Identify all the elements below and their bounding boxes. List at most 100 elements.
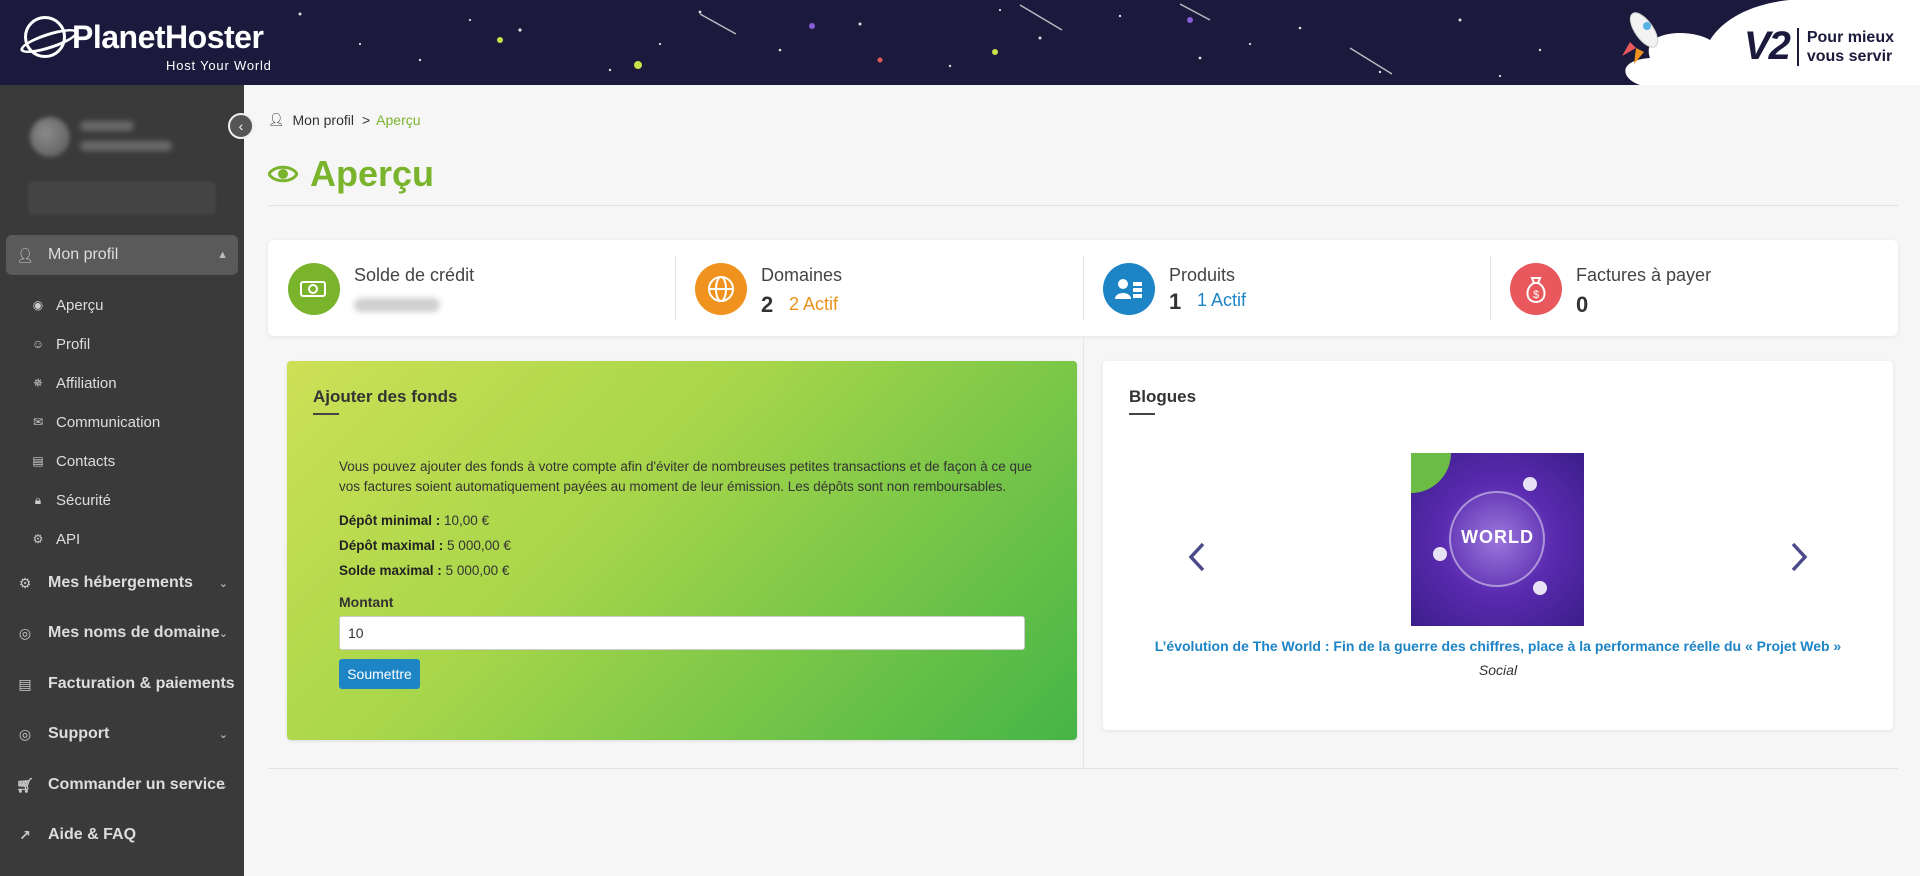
stat-produits[interactable]: Produits 1 1 Actif <box>1083 240 1490 336</box>
products-icon <box>1103 263 1155 315</box>
sidebar-item-support[interactable]: ◎ Support ⌄ <box>6 714 238 754</box>
card-title: Blogues <box>1129 387 1197 406</box>
client-number-redacted <box>28 181 216 215</box>
lock-icon: 🔒︎ <box>34 492 42 507</box>
max-balance: Solde maximal : 5 000,00 € <box>339 563 509 578</box>
sidebar-subitem-affiliation[interactable]: ✵ Affiliation <box>30 371 117 395</box>
sidebar-item-mes-hebergements[interactable]: ⚙ Mes hébergements ⌄ <box>6 563 238 603</box>
column-divider <box>1083 336 1084 768</box>
top-header: PlanetHoster Host Your World V2 Pour mie… <box>0 0 1920 85</box>
chevron-down-icon: ⌄ <box>218 779 228 792</box>
min-deposit: Dépôt minimal : 10,00 € <box>339 513 489 528</box>
contacts-icon: ▤ <box>32 454 44 468</box>
carousel-next-button[interactable] <box>1789 541 1809 582</box>
orbit-dot <box>1433 547 1447 561</box>
sidebar-subitem-communication[interactable]: ✉ Communication <box>30 410 160 434</box>
title-divider <box>268 205 1898 206</box>
card-title-underline <box>1129 413 1155 415</box>
chevron-right-icon <box>1791 542 1808 572</box>
sidebar-item-mon-profil[interactable]: 👤︎ Mon profil ▲ <box>6 235 238 275</box>
sidebar-item-facturation[interactable]: ▤ Facturation & paiements ⌄ <box>6 664 238 704</box>
stat-active-count[interactable]: 2 Actif <box>789 294 838 315</box>
v2-divider <box>1796 27 1799 66</box>
stat-active-count[interactable]: 1 Actif <box>1197 290 1246 311</box>
planethoster-logo[interactable]: PlanetHoster <box>24 16 264 58</box>
chevron-down-icon: ⌄ <box>218 577 228 590</box>
breadcrumb-separator: > <box>361 112 371 128</box>
chevron-down-icon: ⌄ <box>218 627 228 640</box>
planet-logo-icon <box>24 16 66 58</box>
max-deposit-label: Dépôt maximal : <box>339 538 444 553</box>
stats-panel: Solde de crédit Domaines 2 2 Actif Produ… <box>268 240 1898 336</box>
min-deposit-label: Dépôt minimal : <box>339 513 441 528</box>
sidebar-subitem-label: API <box>56 530 81 548</box>
blog-post-image[interactable]: WORLD <box>1411 453 1584 626</box>
sidebar-subitem-label: Profil <box>56 335 91 353</box>
breadcrumb-root[interactable]: Mon profil <box>293 112 354 128</box>
breadcrumb: 👤︎ Mon profil > Aperçu <box>268 112 421 128</box>
eye-icon: ◉ <box>32 298 44 312</box>
user-icon: 👤︎ <box>268 112 285 127</box>
v2-slogan-line-2: vous servir <box>1806 47 1893 65</box>
sidebar-item-mes-noms-de-domaine[interactable]: ◎ Mes noms de domaine ⌄ <box>6 613 238 653</box>
card-title-underline <box>313 413 339 415</box>
sidebar-item-label: Commander un service <box>48 776 225 793</box>
blog-post-category: Social <box>1478 662 1518 678</box>
breadcrumb-current: Aperçu <box>376 112 421 128</box>
svg-text:$: $ <box>1533 289 1539 301</box>
support-icon: ◎ <box>18 725 32 742</box>
sidebar-subitem-label: Contacts <box>56 452 116 470</box>
blog-post-title-link[interactable]: L’évolution de The World : Fin de la gue… <box>1103 638 1893 654</box>
user-name-redacted <box>80 121 134 131</box>
sidebar-subitem-profil[interactable]: ☺ Profil <box>30 332 90 356</box>
network-icon: ✵ <box>32 376 44 390</box>
orbit-dot <box>1523 477 1537 491</box>
blogs-card: Blogues WORLD L’évolution de The World :… <box>1103 361 1893 730</box>
globe-icon <box>695 263 747 315</box>
user-email-redacted <box>80 141 172 151</box>
sidebar-item-aide-faq[interactable]: ↗ Aide & FAQ <box>6 815 238 855</box>
stat-label: Produits <box>1169 265 1236 285</box>
credit-balance-redacted <box>354 298 440 312</box>
v2-badge: V2 Pour mieux vous servir <box>1744 24 1894 69</box>
stat-factures-a-payer[interactable]: $ Factures à payer 0 <box>1490 240 1897 336</box>
invoice-icon: ▤ <box>18 675 32 692</box>
user-profile-summary <box>22 101 222 226</box>
v2-slogan-line-1: Pour mieux <box>1806 28 1894 46</box>
max-deposit: Dépôt maximal : 5 000,00 € <box>339 538 511 553</box>
stat-value: 2 <box>761 292 774 317</box>
card-title: Ajouter des fonds <box>313 387 458 406</box>
sidebar-subitem-contacts[interactable]: ▤ Contacts <box>30 449 115 473</box>
sidebar-subitem-api[interactable]: ⚙ API <box>30 527 81 551</box>
sidebar-item-label: Facturation & paiements <box>48 675 235 692</box>
max-balance-value: 5 000,00 € <box>445 563 510 578</box>
v2-slogan: Pour mieux vous servir <box>1807 28 1894 66</box>
sidebar-item-label: Aide & FAQ <box>48 826 137 843</box>
stat-value: 0 <box>1576 292 1589 317</box>
v2-text: V2 <box>1743 24 1791 68</box>
chevron-left-icon: ‹ <box>238 118 244 134</box>
sidebar-subitem-label: Aperçu <box>56 296 104 314</box>
min-deposit-value: 10,00 € <box>444 513 490 528</box>
page-title-text: Aperçu <box>310 153 435 194</box>
chevron-down-icon: ⌄ <box>218 728 228 741</box>
orbit-dot <box>1533 581 1547 595</box>
stat-label: Domaines <box>761 265 843 285</box>
stat-label: Solde de crédit <box>354 265 475 285</box>
sidebar-subitem-apercu[interactable]: ◉ Aperçu <box>30 293 104 317</box>
sidebar-item-commander-un-service[interactable]: 🛒︎ Commander un service ⌄ <box>6 765 238 805</box>
max-balance-label: Solde maximal : <box>339 563 442 578</box>
page-title: Aperçu <box>268 153 434 195</box>
envelope-icon: ✉ <box>32 415 44 429</box>
submit-button[interactable]: Soumettre <box>339 659 420 689</box>
amount-input[interactable] <box>339 616 1025 650</box>
cart-icon: 🛒︎ <box>16 776 34 793</box>
stat-domaines[interactable]: Domaines 2 2 Actif <box>675 240 1082 336</box>
carousel-prev-button[interactable] <box>1187 541 1207 582</box>
sidebar-collapse-button[interactable]: ‹ <box>228 113 254 139</box>
money-icon <box>288 263 340 315</box>
sidebar-subitem-securite[interactable]: 🔒︎ Sécurité <box>30 488 111 512</box>
planethoster-corner-logo <box>1411 453 1451 493</box>
money-bag-icon: $ <box>1510 263 1562 315</box>
api-icon: ⚙ <box>32 532 44 546</box>
